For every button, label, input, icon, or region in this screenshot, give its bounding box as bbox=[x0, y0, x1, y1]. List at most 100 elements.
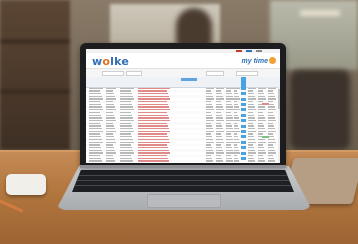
table-cell bbox=[248, 144, 253, 146]
table-cell bbox=[268, 122, 273, 124]
table-cell bbox=[138, 103, 168, 106]
table-cell bbox=[120, 117, 133, 119]
table-cell bbox=[248, 119, 256, 122]
table-cell bbox=[120, 136, 132, 138]
key-row bbox=[72, 175, 294, 176]
filter-input[interactable] bbox=[102, 71, 124, 76]
table-cell bbox=[226, 155, 231, 157]
table-cell bbox=[234, 101, 237, 103]
table-cell bbox=[216, 125, 222, 127]
table-cell bbox=[258, 155, 263, 157]
table-cell bbox=[234, 119, 240, 122]
table-cell bbox=[206, 103, 212, 106]
table-cell bbox=[268, 141, 276, 143]
background-shelf bbox=[0, 0, 70, 150]
table-cell bbox=[206, 157, 212, 160]
table-cell bbox=[120, 146, 132, 149]
table-cell bbox=[138, 130, 170, 133]
table-cell bbox=[216, 106, 223, 108]
table-cell bbox=[258, 157, 264, 160]
filter-input[interactable] bbox=[236, 71, 258, 76]
table-cell bbox=[89, 128, 102, 130]
table-cell bbox=[106, 130, 116, 133]
table-cell bbox=[120, 95, 133, 97]
table-cell bbox=[248, 141, 256, 143]
filter-input[interactable] bbox=[126, 71, 142, 76]
table-cell bbox=[216, 111, 221, 114]
table-cell bbox=[89, 155, 100, 157]
table-cell bbox=[258, 128, 265, 130]
table-cell bbox=[89, 114, 101, 116]
table-cell bbox=[226, 149, 233, 151]
table-cell bbox=[206, 114, 212, 116]
table-cell bbox=[120, 152, 134, 154]
app-header: wolke my time bbox=[86, 53, 280, 68]
table-cell bbox=[216, 128, 223, 130]
table-cell bbox=[216, 130, 224, 133]
table-cell bbox=[89, 90, 100, 92]
table-cell bbox=[216, 103, 222, 106]
table-cell bbox=[216, 122, 221, 124]
table-cell bbox=[226, 133, 231, 135]
table-cell bbox=[234, 138, 239, 141]
table-cell bbox=[89, 141, 103, 143]
table-cell bbox=[206, 106, 213, 108]
active-header-tab[interactable] bbox=[181, 78, 197, 81]
table-cell bbox=[258, 98, 266, 100]
background-person bbox=[176, 8, 212, 48]
table-cell bbox=[216, 138, 223, 141]
table-cell bbox=[89, 144, 100, 146]
table-cell bbox=[89, 87, 103, 89]
shelf-board bbox=[0, 40, 70, 43]
welke-logo[interactable]: wolke bbox=[92, 55, 129, 68]
table-cell bbox=[106, 119, 116, 122]
table-cell bbox=[226, 92, 232, 95]
table-cell bbox=[206, 87, 214, 89]
topbar-link[interactable] bbox=[246, 50, 252, 52]
table-cell bbox=[216, 92, 222, 95]
table-cell bbox=[268, 117, 275, 119]
table-cell bbox=[226, 114, 232, 116]
table-cell bbox=[268, 146, 274, 149]
table-row[interactable] bbox=[86, 159, 280, 163]
table-cell bbox=[234, 149, 239, 151]
table-cell bbox=[206, 111, 211, 114]
status-badge bbox=[262, 135, 269, 138]
filter-input[interactable] bbox=[206, 71, 224, 76]
table-cell bbox=[106, 101, 113, 103]
table-cell bbox=[206, 101, 211, 103]
table-cell bbox=[226, 144, 231, 146]
table-cell bbox=[258, 114, 264, 116]
topbar-link[interactable] bbox=[236, 50, 242, 52]
table-cell bbox=[120, 109, 134, 111]
table-cell bbox=[138, 152, 170, 154]
table-cell bbox=[206, 141, 214, 143]
table-cell bbox=[106, 157, 114, 160]
table-cell bbox=[216, 101, 221, 103]
table-cell bbox=[206, 155, 211, 157]
table-cell bbox=[138, 114, 168, 116]
table-cell bbox=[258, 111, 263, 114]
table-cell bbox=[106, 155, 113, 157]
status-badge bbox=[262, 103, 269, 106]
table-cell bbox=[268, 125, 274, 127]
table-cell bbox=[268, 155, 273, 157]
scrollbar-thumb[interactable] bbox=[278, 89, 280, 109]
table-cell bbox=[248, 136, 254, 138]
table-cell bbox=[120, 125, 132, 127]
table-cell bbox=[138, 98, 170, 100]
table-cell bbox=[106, 133, 113, 135]
table-cell bbox=[268, 90, 273, 92]
laptop-touchpad[interactable] bbox=[147, 194, 221, 208]
table-cell bbox=[120, 138, 133, 141]
table-cell bbox=[89, 146, 101, 149]
table-cell bbox=[248, 149, 255, 151]
table-cell bbox=[234, 157, 238, 160]
table-cell bbox=[89, 101, 100, 103]
laptop-screen: wolke my time bbox=[86, 49, 280, 163]
topbar-link[interactable] bbox=[256, 50, 262, 52]
clock-icon bbox=[269, 57, 276, 64]
table-cell bbox=[226, 106, 233, 108]
table-cell bbox=[258, 95, 265, 97]
table-cell bbox=[258, 146, 264, 149]
